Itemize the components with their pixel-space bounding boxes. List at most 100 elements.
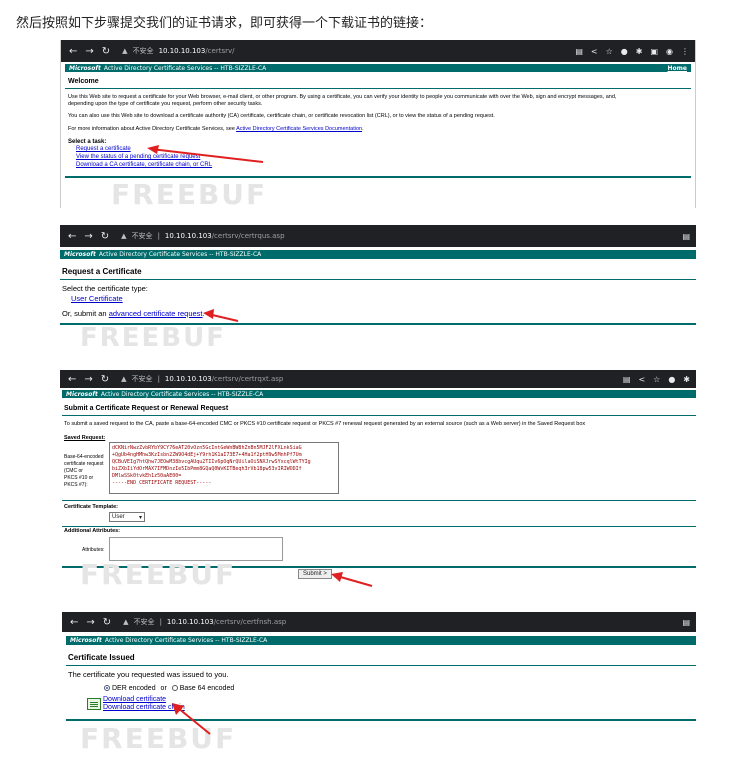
forward-icon[interactable]: → [84,374,92,385]
puzzle-icon[interactable]: ✱ [683,375,690,384]
browser-toolbar: ← → ↻ ▲ 不安全 | 10.10.10.103/certsrv/certr… [60,225,696,247]
adcs-banner: Microsoft Active Directory Certificate S… [65,64,691,72]
chevron-down-icon: ▾ [138,514,142,521]
divider [62,415,696,416]
translate-icon[interactable]: ▤ [682,232,690,241]
warning-icon: ▲ [121,232,127,240]
page-title: Request a Certificate [62,267,142,276]
reload-icon[interactable]: ↻ [102,46,110,57]
adcs-banner: Microsoft Active Directory Certificate S… [60,250,696,259]
browser-toolbar: ← → ↻ ▲ 不安全 10.10.10.103/certsrv/ ▤ < ☆ … [61,40,695,62]
divider [66,719,696,721]
puzzle-icon[interactable]: ✱ [636,47,643,56]
profile-icon[interactable]: ◉ [666,47,673,56]
address-bar[interactable]: ▲ 不安全 | 10.10.10.103/certsrv/certrqus.as… [121,231,284,241]
banner-brand: Microsoft [70,637,102,644]
banner-title: Active Directory Certificate Services --… [103,64,267,72]
url-host: 10.10.10.103 [164,232,212,240]
download-paragraph: You can also use this Web site to downlo… [68,113,495,119]
watermark: FREEBUF [80,558,237,591]
divider [66,665,696,666]
saved-request-label: Saved Request: [64,435,106,441]
warning-icon: ▲ [123,618,129,626]
csr-line: DMlwSSk0tvkEh1z50aAE00= [112,473,182,479]
address-bar[interactable]: ▲ 不安全 10.10.10.103/certsrv/ [122,46,234,56]
back-icon[interactable]: ← [70,617,78,628]
warning-icon: ▲ [121,375,127,383]
template-value: User [112,514,125,520]
address-bar[interactable]: ▲ 不安全 | 10.10.10.103/certsrv/certfnsh.as… [123,617,286,627]
banner-title: Active Directory Certificate Services --… [100,390,264,398]
url-host: 10.10.10.103 [164,375,212,383]
address-bar[interactable]: ▲ 不安全 | 10.10.10.103/certsrv/certrqxt.as… [121,374,283,384]
forward-icon[interactable]: → [85,46,93,57]
template-select[interactable]: User ▾ [109,512,145,522]
star-icon[interactable]: ☆ [653,375,660,384]
share-icon[interactable]: < [591,47,598,56]
translate-icon[interactable]: ▤ [575,47,583,56]
window-icon[interactable]: ▣ [650,47,658,56]
csr-line: -----END CERTIFICATE REQUEST----- [112,480,212,486]
advanced-request-link[interactable]: advanced certificate request [109,309,203,318]
b64-label-line: Base-64-encoded [64,454,104,460]
intro-paragraph-cont: depending upon the type of certificate y… [68,101,263,107]
url-host: 10.10.10.103 [166,618,214,626]
url-path: /certsrv/certrqus.asp [211,232,285,240]
encoding-options: DER encoded or Base 64 encoded [104,685,234,692]
divider [60,279,696,280]
reload-icon[interactable]: ↻ [101,231,109,242]
issued-text: The certificate you requested was issued… [68,670,229,679]
divider [62,500,696,501]
url-path: /certsrv/certfnsh.asp [213,618,287,626]
b64-label-line: PKCS #10 or [64,475,94,481]
user-certificate-link[interactable]: User Certificate [71,294,123,303]
download-certificate-link[interactable]: Download certificate [103,696,166,703]
translate-icon[interactable]: ▤ [682,618,690,627]
forward-icon[interactable]: → [84,231,92,242]
certificate-icon [87,698,101,710]
menu-icon[interactable]: ⋮ [681,47,689,56]
screenshot-advanced: ← → ↻ ▲ 不安全 | 10.10.10.103/certsrv/certr… [60,370,696,598]
saved-request-textarea[interactable]: dCKNirNwzZvbRYbY9CY76eAT20vOzn5GcIntGeWn… [109,442,339,494]
banner-title: Active Directory Certificate Services --… [98,251,262,258]
translate-icon[interactable]: ▤ [623,375,631,384]
extension-icon[interactable]: ● [668,375,675,384]
request-certificate-link[interactable]: Request a certificate [76,146,131,152]
url-path: /certsrv/certrqxt.asp [211,375,284,383]
csr-line: dCKNirNwzZvbRYbY9CY76eAT20vOzn5GcIntGeWn… [112,445,302,451]
home-link[interactable]: Home [668,65,687,72]
or-submit-text: Or, submit an [62,309,107,318]
star-icon[interactable]: ☆ [606,47,613,56]
csr-line: +QgUb4ngHMhw3KzIsbn2ZW9O4dEj+Y9rh1K1aI73… [112,452,302,458]
extension-icon[interactable]: ● [621,47,628,56]
der-radio[interactable] [104,685,110,692]
back-icon[interactable]: ← [68,374,76,385]
banner-title: Active Directory Certificate Services --… [104,637,268,644]
additional-attributes-label: Additional Attributes: [64,528,121,534]
page-title: Certificate Issued [68,653,135,662]
banner-brand: Microsoft [66,390,98,398]
warning-icon: ▲ [122,47,128,55]
select-task-label: Select a task: [68,139,107,145]
watermark: FREEBUF [111,178,268,208]
banner-brand: Microsoft [69,64,101,72]
base64-label: Base 64 encoded [179,685,235,692]
intro-paragraph: Use this Web site to request a certifica… [68,94,617,100]
forward-icon[interactable]: → [86,617,94,628]
back-icon[interactable]: ← [69,46,77,57]
share-icon[interactable]: < [638,375,645,384]
submit-button[interactable]: Submit > [298,569,332,579]
back-icon[interactable]: ← [68,231,76,242]
divider [62,526,696,527]
reload-icon[interactable]: ↻ [103,617,111,628]
der-label: DER encoded [112,685,156,692]
attributes-label: Attributes: [82,547,105,553]
reload-icon[interactable]: ↻ [101,374,109,385]
csr-line: biZXbIiYdOrMAX7IFMDnzIe5IbPmm8GQaQ0WvKIT… [112,466,302,472]
screenshot-welcome: ← → ↻ ▲ 不安全 10.10.10.103/certsrv/ ▤ < ☆ … [60,40,696,208]
base64-radio[interactable] [171,685,178,692]
insecure-label: 不安全 [133,618,155,626]
b64-label-line: certificate request [64,461,104,467]
documentation-link[interactable]: Active Directory Certificate Services Do… [236,126,362,132]
adcs-banner: Microsoft Active Directory Certificate S… [62,390,696,398]
